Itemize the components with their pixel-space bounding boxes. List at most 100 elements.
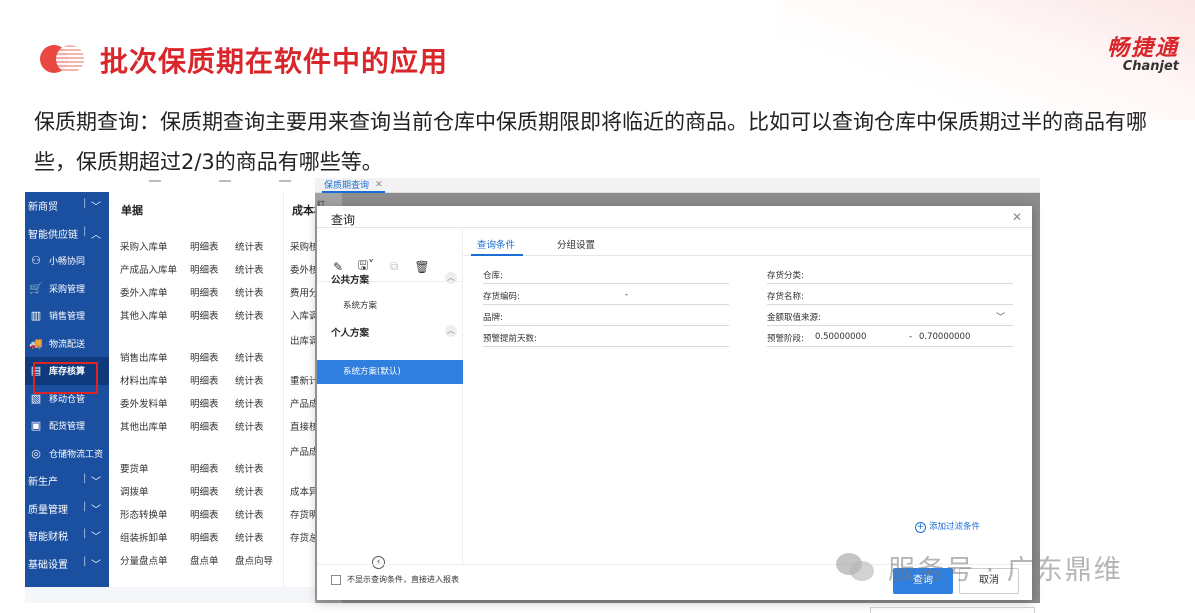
- menu-link-report[interactable]: 明细表: [190, 350, 235, 364]
- tab-expiry-query[interactable]: 保质期查询 ✕: [322, 178, 385, 193]
- menu-link-report[interactable]: 明细表: [190, 530, 235, 544]
- menu-link-document[interactable]: 分量盘点单: [120, 553, 190, 567]
- scheme-item-system-default[interactable]: 系统方案(默认): [317, 360, 463, 384]
- menu-link-document[interactable]: 其他入库单: [120, 308, 190, 322]
- sidebar-item-label: 智能财税: [28, 532, 68, 544]
- chevron-up-icon[interactable]: ︿: [445, 325, 457, 337]
- menu-link-report[interactable]: 统计表: [235, 530, 264, 544]
- menu-link-report[interactable]: 盘点单: [190, 553, 235, 567]
- query-field[interactable]: 预警提前天数:: [483, 330, 729, 347]
- menu-link-report[interactable]: 统计表: [235, 373, 264, 387]
- tab-group-settings[interactable]: 分组设置: [557, 237, 595, 251]
- query-field[interactable]: 存货编码: -: [483, 288, 729, 305]
- menu-link-document[interactable]: 组装拆卸单: [120, 530, 190, 544]
- menu-link-document[interactable]: 销售出库单: [120, 350, 190, 364]
- menu-link-report[interactable]: 统计表: [235, 239, 264, 253]
- menu-link-report[interactable]: 明细表: [190, 396, 235, 410]
- sidebar-item[interactable]: ⚇ 小畅协同: [25, 247, 109, 275]
- menu-link-report[interactable]: 明细表: [190, 507, 235, 521]
- menu-link-document[interactable]: 形态转换单: [120, 507, 190, 521]
- menu-link-document[interactable]: 要货单: [120, 461, 190, 475]
- personal-scheme-group: 个人方案: [331, 328, 370, 339]
- field-value-from[interactable]: 0.50000000: [815, 332, 866, 342]
- dialog-titlebar: 查询 ✕: [317, 206, 1032, 228]
- menu-link-report[interactable]: 明细表: [190, 484, 235, 498]
- query-dialog: 查询 ✕ ✎ 🖫˅ ⧉ 🗑 公共方案 ︿ 系统方案 个人方案 ︿ 系统方案(默认…: [317, 206, 1032, 600]
- menu-link-document[interactable]: 采购入库单: [120, 239, 190, 253]
- field-value-to[interactable]: 0.70000000: [919, 332, 970, 342]
- menu-link-report[interactable]: 统计表: [235, 308, 264, 322]
- tab-label: 保质期查询: [324, 181, 370, 191]
- wage-icon: ◎: [31, 446, 41, 460]
- close-icon[interactable]: ✕: [1012, 210, 1022, 224]
- trash-icon[interactable]: 🗑: [413, 260, 431, 274]
- add-filter-button[interactable]: + 添加过滤条件: [915, 520, 980, 533]
- chevron-down-icon[interactable]: ﹀: [996, 310, 1005, 323]
- sidebar-item[interactable]: ▥ 销售管理: [25, 302, 109, 330]
- menu-link-report[interactable]: 统计表: [235, 396, 264, 410]
- menu-link-report[interactable]: 明细表: [190, 419, 235, 433]
- chevron-down-icon[interactable]: ﹀: [83, 198, 101, 213]
- collab-icon: ⚇: [31, 254, 41, 268]
- menu-link-document[interactable]: 委外入库单: [120, 285, 190, 299]
- query-field[interactable]: 金额取值来源: ﹀: [767, 309, 1013, 326]
- menu-link-report[interactable]: 明细表: [190, 373, 235, 387]
- sidebar-item[interactable]: ▣ 配货管理: [25, 412, 109, 440]
- query-field[interactable]: 预警阶段: 0.50000000 -0.70000000: [767, 330, 1013, 347]
- tab-query-conditions[interactable]: 查询条件: [477, 237, 515, 251]
- chevron-down-icon[interactable]: ﹀: [83, 473, 101, 488]
- checkbox-box[interactable]: [331, 574, 341, 585]
- menu-link-document[interactable]: 其他出库单: [120, 419, 190, 433]
- chevron-down-icon[interactable]: ﹀: [83, 556, 101, 571]
- menu-link-report[interactable]: 统计表: [235, 350, 264, 364]
- menu-link-report[interactable]: 统计表: [235, 285, 264, 299]
- field-label: 金额取值来源:: [767, 313, 821, 323]
- chevron-up-icon[interactable]: ︿: [445, 272, 457, 284]
- chevron-down-icon[interactable]: ﹀: [83, 528, 101, 543]
- menu-link-document[interactable]: 产成品入库单: [120, 262, 190, 276]
- menu-heading: 单据: [121, 204, 143, 217]
- menu-link-document[interactable]: 委外发料单: [120, 396, 190, 410]
- sidebar-item[interactable]: 新生产 ﹀: [25, 467, 109, 495]
- field-label: 存货名称:: [767, 292, 804, 302]
- scheme-item-system[interactable]: 系统方案: [343, 299, 377, 311]
- sidebar-item[interactable]: 智能财税 ﹀: [25, 522, 109, 550]
- sidebar-item[interactable]: 🛒 采购管理: [25, 275, 109, 303]
- export-icon[interactable]: ⧉: [385, 259, 403, 274]
- skip-condition-checkbox[interactable]: 不显示查询条件，直接进入报表: [331, 574, 459, 585]
- sidebar-item[interactable]: 基础设置 ﹀: [25, 550, 109, 578]
- brand-name-cn: 畅捷通: [1106, 36, 1179, 61]
- menu-link-report[interactable]: 盘点向导: [235, 553, 273, 567]
- sidebar-item[interactable]: ◎ 仓储物流工资: [25, 440, 109, 468]
- menu-link-report[interactable]: 统计表: [235, 461, 264, 475]
- tab-close-icon[interactable]: ✕: [375, 180, 383, 190]
- query-field[interactable]: 仓库:: [483, 267, 729, 284]
- menu-link-report[interactable]: 明细表: [190, 308, 235, 322]
- menu-link-report[interactable]: 统计表: [235, 262, 264, 276]
- sidebar-item[interactable]: 新商贸 ﹀: [25, 192, 109, 220]
- sidebar-item[interactable]: 智能供应链 ︿: [25, 220, 109, 248]
- checkbox-label: 不显示查询条件，直接进入报表: [347, 575, 459, 584]
- menu-link-report[interactable]: 明细表: [190, 239, 235, 253]
- menu-link-document[interactable]: 调拨单: [120, 484, 190, 498]
- chevron-down-icon[interactable]: ﹀: [83, 501, 101, 516]
- truck-icon: 🚚: [29, 336, 43, 350]
- menu-link-document[interactable]: 材料出库单: [120, 373, 190, 387]
- menu-link-report[interactable]: 明细表: [190, 461, 235, 475]
- menu-link-report[interactable]: 统计表: [235, 484, 264, 498]
- brand-logo: 畅捷通 Chanjet: [1107, 30, 1179, 74]
- sidebar-item-label: 新商贸: [28, 202, 58, 214]
- sidebar-item[interactable]: 🚚 物流配送: [25, 330, 109, 358]
- menu-link-report[interactable]: 统计表: [235, 419, 264, 433]
- menu-row: 采购入库单 明细表 统计表: [120, 239, 264, 253]
- chevron-up-icon[interactable]: ︿: [83, 226, 101, 241]
- query-field[interactable]: 存货分类:: [767, 267, 1013, 284]
- menu-link-report[interactable]: 明细表: [190, 262, 235, 276]
- menu-link-report[interactable]: 统计表: [235, 507, 264, 521]
- sidebar-item[interactable]: 质量管理 ﹀: [25, 495, 109, 523]
- menu-link-report[interactable]: 明细表: [190, 285, 235, 299]
- menu-row: 材料出库单 明细表 统计表: [120, 373, 264, 387]
- range-separator: -: [909, 332, 913, 342]
- query-field[interactable]: 品牌:: [483, 309, 729, 326]
- query-field[interactable]: 存货名称:: [767, 288, 1013, 305]
